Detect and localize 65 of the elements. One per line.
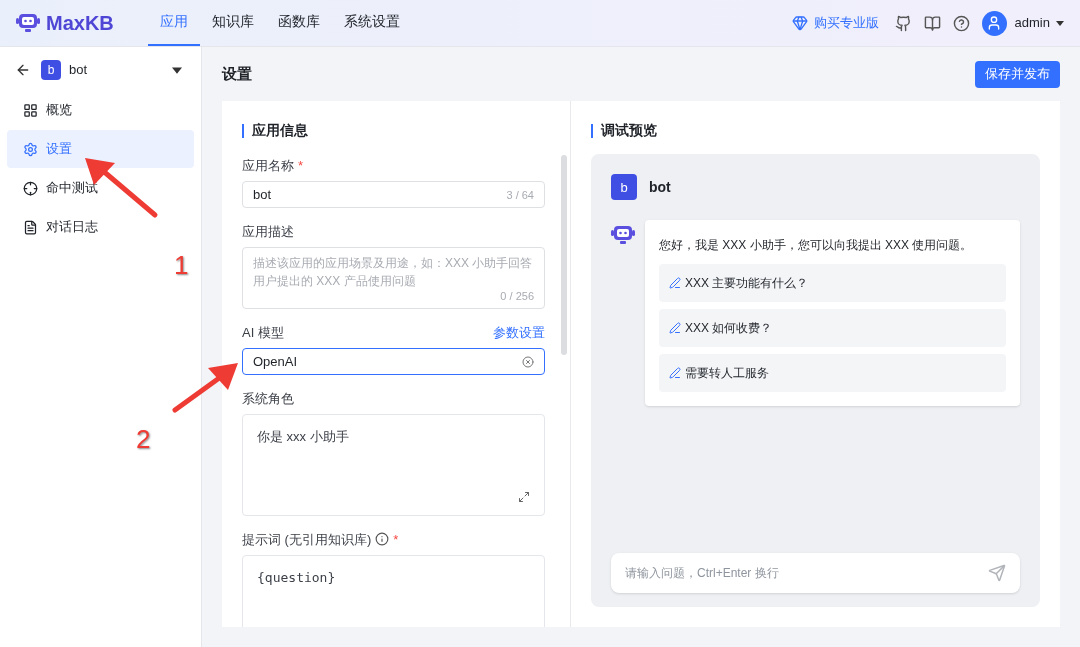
help-icon[interactable]: [952, 14, 970, 32]
prompt-field[interactable]: {question}: [242, 555, 545, 627]
annotation-number: 2: [136, 423, 151, 456]
caret-icon[interactable]: [172, 65, 182, 75]
expand-icon[interactable]: [518, 491, 530, 504]
diamond-icon: [791, 15, 808, 31]
page-title: 设置: [222, 63, 252, 84]
book-icon[interactable]: [923, 14, 941, 32]
pen-icon: [669, 322, 681, 335]
gear-icon: [23, 141, 38, 157]
field-label: 系统角色: [242, 389, 294, 408]
bot-avatar: b: [611, 174, 637, 201]
section-title: 调试预览: [601, 122, 657, 140]
sidebar-item[interactable]: 命中测试: [7, 169, 194, 207]
info-icon: [375, 532, 390, 547]
greeting-text: 您好，我是 XXX 小助手，您可以向我提出 XXX 使用问题。: [659, 237, 974, 255]
github-icon[interactable]: [894, 14, 912, 32]
logo-text: MaxKB: [46, 11, 114, 36]
grid-icon: [23, 102, 38, 118]
field-placeholder: 描述该应用的应用场景及用途，如：XXX 小助手回答用户提出的 XXX 产品使用问题: [253, 255, 534, 291]
clear-icon[interactable]: [522, 355, 534, 368]
field-label: 应用描述: [242, 222, 294, 241]
required-mark: *: [393, 530, 399, 549]
logo-icon: [16, 12, 40, 34]
document-icon: [23, 219, 38, 235]
pen-icon: [669, 367, 681, 380]
char-count: 3 / 64: [506, 187, 534, 203]
system-role-field[interactable]: 你是 xxx 小助手: [242, 414, 545, 517]
back-icon[interactable]: [15, 62, 31, 78]
field-value: OpenAI: [253, 353, 299, 371]
nav-tab[interactable]: 系统设置: [331, 0, 412, 46]
suggested-question[interactable]: 需要转人工服务: [659, 354, 1006, 393]
sidebar-item[interactable]: 对话日志: [7, 208, 194, 246]
field-value: {question}: [257, 569, 337, 588]
user-name[interactable]: admin: [1014, 13, 1050, 33]
app-name-field[interactable]: bot 3 / 64: [242, 181, 545, 209]
bot-name: bot: [649, 177, 671, 197]
save-publish-button[interactable]: 保存并发布: [975, 60, 1060, 88]
user-avatar[interactable]: [981, 10, 1007, 36]
field-value: bot: [253, 186, 273, 204]
section-title: 应用信息: [252, 122, 308, 140]
scrollbar[interactable]: [561, 155, 567, 355]
nav-tab[interactable]: 知识库: [199, 0, 266, 46]
target-icon: [23, 180, 38, 196]
upgrade-link[interactable]: 购买专业版: [813, 13, 879, 33]
input-placeholder: 请输入问题，Ctrl+Enter 换行: [625, 565, 780, 582]
app-name: bot: [69, 61, 89, 80]
sidebar-item[interactable]: 概览: [7, 91, 194, 129]
required-mark: *: [298, 156, 304, 175]
bot-icon: [611, 224, 635, 247]
suggested-question[interactable]: XXX 主要功能有什么？: [659, 264, 1006, 303]
caret-icon: [1056, 19, 1064, 27]
pen-icon: [669, 277, 681, 290]
suggested-question[interactable]: XXX 如何收费？: [659, 309, 1006, 348]
annotation-number: 1: [174, 249, 189, 282]
nav-tab[interactable]: 函数库: [265, 0, 332, 46]
char-count: 0 / 256: [500, 290, 534, 303]
app-avatar: b: [41, 60, 61, 80]
field-value: 你是 xxx 小助手: [257, 428, 350, 447]
field-label: AI 模型: [242, 323, 284, 342]
model-select[interactable]: OpenAI: [242, 348, 545, 376]
field-label: 提示词 (无引用知识库): [242, 530, 372, 549]
sidebar-item[interactable]: 设置: [7, 130, 194, 168]
field-label: 应用名称: [242, 156, 294, 175]
parameter-settings-link[interactable]: 参数设置: [493, 322, 545, 342]
